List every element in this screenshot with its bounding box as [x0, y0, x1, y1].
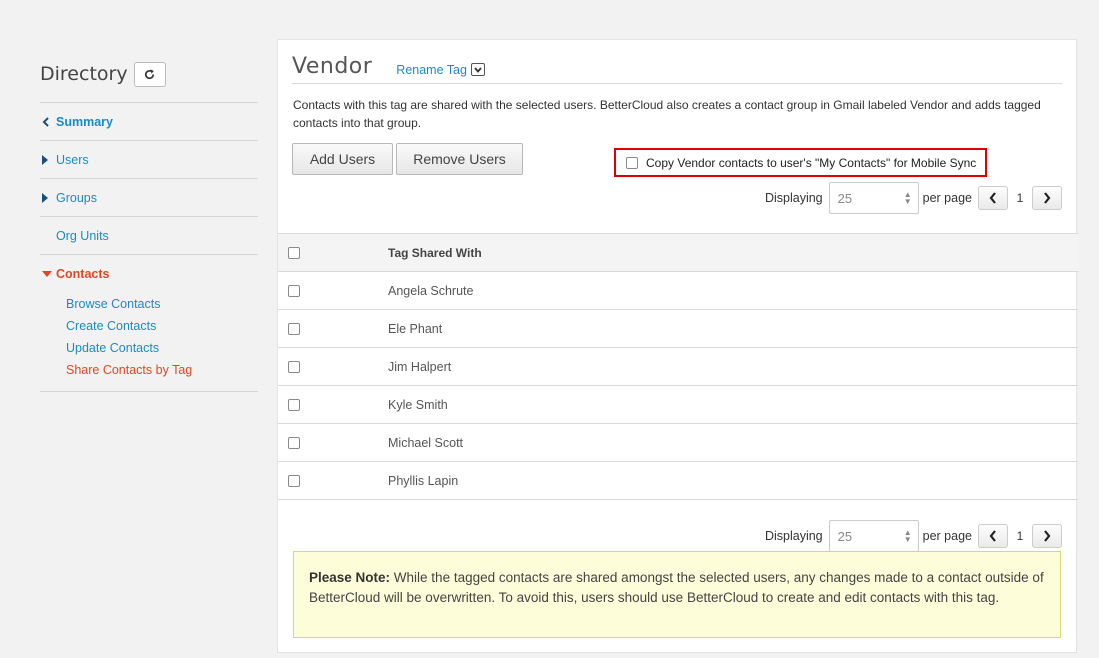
sidebar-item-label: Users	[56, 152, 89, 167]
displaying-label: Displaying	[764, 191, 823, 205]
chevron-down-icon[interactable]	[470, 63, 485, 76]
table-row: Angela Schrute	[278, 272, 1078, 310]
sidebar-item-contacts[interactable]: Contacts	[40, 255, 258, 293]
chevron-right-icon	[1044, 530, 1051, 542]
sidebar-item-label: Org Units	[56, 228, 109, 243]
tag-description: Contacts with this tag are shared with t…	[293, 98, 1041, 130]
page-number: 1	[1016, 529, 1024, 543]
caret-right-icon	[42, 192, 56, 203]
row-user-name: Angela Schrute	[388, 283, 474, 298]
subnav-browse-contacts[interactable]: Browse Contacts	[40, 293, 258, 315]
row-checkbox[interactable]	[288, 322, 300, 335]
caret-right-icon	[42, 154, 56, 165]
chevron-right-icon	[1044, 192, 1051, 204]
chevron-left-icon	[989, 530, 996, 542]
refresh-icon	[145, 68, 155, 79]
sidebar-item-label: Groups	[56, 190, 97, 205]
subnav-share-contacts-by-tag[interactable]: Share Contacts by Tag	[40, 359, 258, 381]
per-page-value: 25	[837, 190, 853, 206]
table-row: Phyllis Lapin	[278, 462, 1078, 500]
rename-tag-link[interactable]: Rename Tag	[396, 63, 485, 77]
per-page-select[interactable]: 25 ▲ ▼	[828, 182, 919, 214]
note-heading: Please Note:	[309, 570, 391, 585]
sidebar-item-org-units[interactable]: Org Units	[40, 217, 258, 255]
caret-down-icon	[42, 271, 56, 277]
row-checkbox[interactable]	[288, 398, 300, 411]
mobile-sync-option: Copy Vendor contacts to user's "My Conta…	[614, 148, 987, 177]
row-checkbox[interactable]	[288, 360, 300, 373]
next-page-button[interactable]	[1032, 186, 1062, 210]
row-user-name: Ele Phant	[388, 321, 443, 336]
sidebar-title: Directory	[40, 63, 128, 85]
per-page-select[interactable]: 25 ▲ ▼	[828, 520, 919, 552]
next-page-button[interactable]	[1032, 524, 1062, 548]
spinner-icon: ▲ ▼	[903, 190, 912, 206]
table-row: Michael Scott	[278, 424, 1078, 462]
tag-title: Vendor	[292, 54, 373, 79]
spinner-icon: ▲ ▼	[903, 528, 912, 544]
sidebar-item-label: Contacts	[56, 267, 110, 281]
per-page-label: per page	[922, 529, 972, 543]
add-users-button[interactable]: Add Users	[292, 143, 393, 175]
rename-tag-label: Rename Tag	[396, 62, 467, 77]
sidebar-item-users[interactable]: Users	[40, 141, 258, 179]
please-note-box: Please Note: While the tagged contacts a…	[293, 551, 1061, 638]
row-checkbox[interactable]	[288, 436, 300, 449]
row-user-name: Phyllis Lapin	[388, 473, 459, 488]
displaying-label: Displaying	[764, 529, 823, 543]
pager-top: Displaying 25 ▲ ▼ per page 1	[765, 182, 1062, 214]
main-panel: Vendor Rename Tag Contacts with this tag…	[277, 39, 1078, 653]
sidebar: Directory Summary Users Groups Org Units…	[40, 56, 258, 392]
title-row: Vendor Rename Tag	[292, 50, 1062, 84]
table-row: Jim Halpert	[278, 348, 1078, 386]
contacts-subnav: Browse Contacts Create Contacts Update C…	[40, 293, 258, 392]
table-row: Ele Phant	[278, 310, 1078, 348]
column-header-tag-shared-with: Tag Shared With	[388, 245, 482, 260]
per-page-label: per page	[922, 191, 972, 205]
sidebar-header: Directory	[40, 56, 258, 92]
subnav-update-contacts[interactable]: Update Contacts	[40, 337, 258, 359]
per-page-value: 25	[837, 528, 853, 544]
row-user-name: Michael Scott	[388, 435, 464, 450]
row-checkbox[interactable]	[288, 284, 300, 297]
sidebar-item-label: Summary	[56, 114, 113, 129]
row-user-name: Kyle Smith	[388, 397, 448, 412]
pager-bottom: Displaying 25 ▲ ▼ per page 1	[765, 520, 1062, 552]
sidebar-item-groups[interactable]: Groups	[40, 179, 258, 217]
sidebar-item-summary[interactable]: Summary	[40, 103, 258, 141]
table-header-row: Tag Shared With	[278, 234, 1078, 272]
prev-page-button[interactable]	[978, 186, 1008, 210]
row-checkbox[interactable]	[288, 474, 300, 487]
subnav-create-contacts[interactable]: Create Contacts	[40, 315, 258, 337]
prev-page-button[interactable]	[978, 524, 1008, 548]
sidebar-nav: Summary Users Groups Org Units Contacts …	[40, 102, 258, 392]
refresh-button[interactable]	[133, 61, 166, 87]
mobile-sync-checkbox[interactable]	[626, 156, 638, 169]
remove-users-button[interactable]: Remove Users	[396, 143, 523, 175]
note-text: While the tagged contacts are shared amo…	[309, 570, 1044, 605]
page-number: 1	[1016, 191, 1024, 205]
select-all-checkbox[interactable]	[288, 246, 300, 259]
table-row: Kyle Smith	[278, 386, 1078, 424]
chevron-left-icon	[42, 116, 56, 127]
mobile-sync-label: Copy Vendor contacts to user's "My Conta…	[646, 155, 977, 170]
shared-with-table: Tag Shared With Angela Schrute Ele Phant…	[278, 233, 1078, 500]
row-user-name: Jim Halpert	[388, 359, 452, 374]
chevron-left-icon	[989, 192, 996, 204]
